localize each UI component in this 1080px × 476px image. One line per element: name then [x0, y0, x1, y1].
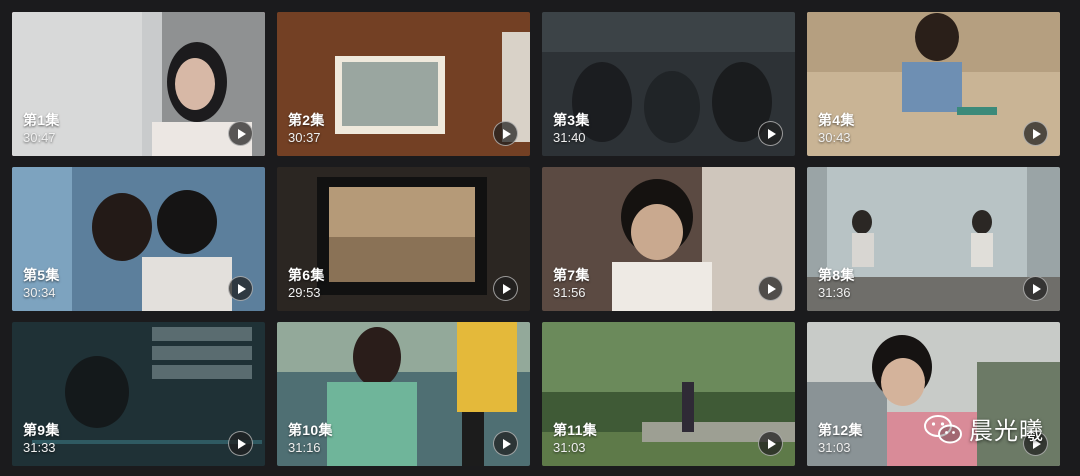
- episode-card-8[interactable]: 第8集 31:36: [807, 167, 1060, 311]
- episode-card-5[interactable]: 第5集 30:34: [12, 167, 265, 311]
- episode-card-4[interactable]: 第4集 30:43: [807, 12, 1060, 156]
- play-icon[interactable]: [493, 431, 518, 456]
- episode-label: 第12集: [818, 422, 863, 438]
- episode-card-9[interactable]: 第9集 31:33: [12, 322, 265, 466]
- episode-label: 第9集: [23, 422, 60, 438]
- episode-label: 第1集: [23, 112, 60, 128]
- episode-card-1[interactable]: 第1集 30:47: [12, 12, 265, 156]
- episode-card-3[interactable]: 第3集 31:40: [542, 12, 795, 156]
- play-icon[interactable]: [228, 431, 253, 456]
- watermark-text: 晨光曦: [969, 418, 1044, 445]
- play-icon[interactable]: [1023, 276, 1048, 301]
- episode-duration: 31:16: [288, 440, 321, 455]
- episode-duration: 31:03: [553, 440, 586, 455]
- episode-duration: 29:53: [288, 285, 321, 300]
- play-icon[interactable]: [758, 276, 783, 301]
- play-icon[interactable]: [228, 121, 253, 146]
- wechat-icon: [924, 414, 962, 443]
- play-icon[interactable]: [758, 431, 783, 456]
- episode-duration: 31:40: [553, 130, 586, 145]
- play-icon[interactable]: [493, 121, 518, 146]
- episode-duration: 31:56: [553, 285, 586, 300]
- episode-label: 第4集: [818, 112, 855, 128]
- play-icon[interactable]: [493, 276, 518, 301]
- episode-card-10[interactable]: 第10集 31:16: [277, 322, 530, 466]
- play-icon[interactable]: [228, 276, 253, 301]
- episode-duration: 30:43: [818, 130, 851, 145]
- watermark: 晨光曦: [923, 411, 1044, 446]
- episode-duration: 31:36: [818, 285, 851, 300]
- episode-duration: 30:37: [288, 130, 321, 145]
- episode-label: 第10集: [288, 422, 333, 438]
- episode-label: 第6集: [288, 267, 325, 283]
- episode-duration: 30:47: [23, 130, 56, 145]
- episode-card-2[interactable]: 第2集 30:37: [277, 12, 530, 156]
- episode-card-11[interactable]: 第11集 31:03: [542, 322, 795, 466]
- episode-duration: 31:33: [23, 440, 56, 455]
- episode-label: 第3集: [553, 112, 590, 128]
- episode-label: 第5集: [23, 267, 60, 283]
- episode-label: 第2集: [288, 112, 325, 128]
- episode-duration: 30:34: [23, 285, 56, 300]
- episode-duration: 31:03: [818, 440, 851, 455]
- episode-card-6[interactable]: 第6集 29:53: [277, 167, 530, 311]
- play-icon[interactable]: [758, 121, 783, 146]
- episode-card-7[interactable]: 第7集 31:56: [542, 167, 795, 311]
- episode-label: 第7集: [553, 267, 590, 283]
- episode-label: 第11集: [553, 422, 597, 438]
- play-icon[interactable]: [1023, 121, 1048, 146]
- episode-label: 第8集: [818, 267, 855, 283]
- episode-grid: 第1集 30:47 第2集 30:37 第3集 31:40 第4集 30:43 …: [12, 12, 1060, 466]
